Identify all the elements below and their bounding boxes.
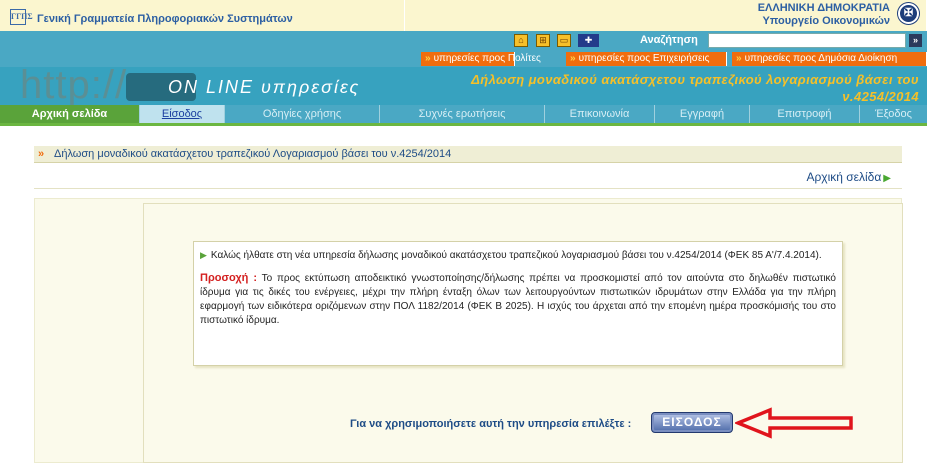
search-go-button[interactable]: » — [909, 34, 922, 47]
english-flag-icon[interactable]: ✚ — [578, 34, 599, 47]
enter-button[interactable]: ΕΙΣΟΔΟΣ — [651, 412, 733, 433]
home-icon[interactable]: ⌂ — [514, 34, 528, 47]
home-link-label: Αρχική σελίδα — [806, 170, 882, 184]
search-input[interactable] — [708, 33, 906, 48]
nav-register[interactable]: Εγγραφή — [655, 105, 750, 123]
gov-title: ΕΛΛΗΝΙΚΗ ΔΗΜΟΚΡΑΤΙΑ Υπουργείο Οικονομικώ… — [758, 2, 890, 28]
home-link[interactable]: Αρχική σελίδα ▶ — [806, 170, 891, 184]
nav-back[interactable]: Επιστροφή — [750, 105, 860, 123]
service-link-label: υπηρεσίες προς Πολίτες — [433, 53, 541, 64]
service-link-label: υπηρεσίες προς Δημόσια Διοίκηση — [744, 53, 898, 64]
warning-label: Προσοχή : — [200, 272, 258, 284]
page-heading: Δήλωση μοναδικού ακατάσχετου τραπεζικού … — [54, 148, 452, 160]
nav-contact[interactable]: Επικοινωνία — [545, 105, 655, 123]
choose-label: Για να χρησιμοποιήσετε αυτή την υπηρεσία… — [350, 418, 632, 430]
nav-instructions[interactable]: Οδηγίες χρήσης — [225, 105, 380, 123]
warning-paragraph: Προσοχή : Το προς εκτύπωση αποδεικτικό γ… — [200, 271, 836, 328]
org-title[interactable]: Γενική Γραμματεία Πληροφοριακών Συστημάτ… — [37, 13, 293, 25]
banner-title: Δήλωση μοναδικού ακατάσχετου τραπεζικού … — [471, 71, 919, 105]
double-chevron-icon: » — [38, 148, 45, 160]
welcome-text: Καλώς ήλθατε στη νέα υπηρεσία δήλωσης μο… — [210, 250, 822, 261]
nav-faq[interactable]: Συχνές ερωτήσεις — [380, 105, 545, 123]
banner-title-line2: ν.4254/2014 — [842, 89, 919, 104]
banner-online-text: ON LINE υπηρεσίες — [168, 77, 361, 97]
main-nav: Αρχική σελίδα Είσοδος Οδηγίες χρήσης Συχ… — [0, 105, 927, 123]
main-content: » Δήλωση μοναδικού ακατάσχετου τραπεζικο… — [0, 126, 927, 463]
triangle-right-icon: ▶ — [883, 173, 891, 184]
nav-login[interactable]: Είσοδος — [140, 105, 225, 123]
banner-http-text: http:// — [20, 67, 128, 105]
triangle-right-icon: ▶ — [200, 250, 207, 260]
divider — [34, 188, 902, 189]
nav-logout[interactable]: Έξοδος — [860, 105, 927, 123]
welcome-paragraph: ▶ Καλώς ήλθατε στη νέα υπηρεσία δήλωσης μ… — [200, 248, 836, 263]
service-links: » υπηρεσίες προς Πολίτες » υπηρεσίες προς … — [0, 50, 927, 67]
search-bar: ⌂ ⊞ ▭ ✚ Αναζήτηση » — [0, 31, 927, 50]
sitemap-icon[interactable]: ⊞ — [536, 34, 550, 47]
service-link-label: υπηρεσίες προς Επιχειρήσεις — [578, 53, 710, 64]
warning-text: Το προς εκτύπωση αποδεικτικό γνωστοποίησ… — [200, 273, 836, 326]
page-heading-bar: » Δήλωση μοναδικού ακατάσχετου τραπεζικο… — [34, 146, 902, 163]
notice-box: ▶ Καλώς ήλθατε στη νέα υπηρεσία δήλωσης μ… — [193, 241, 843, 366]
red-arrow-icon — [735, 407, 853, 439]
gov-title-line2: Υπουργείο Οικονομικών — [762, 15, 890, 27]
greek-emblem-icon: ✠ — [898, 3, 919, 24]
banner-title-line1: Δήλωση μοναδικού ακατάσχετου τραπεζικού … — [471, 72, 919, 87]
banner: http:// ON LINE υπηρεσίες Δήλωση μοναδικ… — [0, 67, 927, 105]
service-link-citizens[interactable]: » υπηρεσίες προς Πολίτες — [421, 52, 541, 66]
service-link-businesses[interactable]: » υπηρεσίες προς Επιχειρήσεις — [566, 52, 727, 66]
accessibility-icon[interactable]: ▭ — [557, 34, 571, 47]
gov-title-line1: ΕΛΛΗΝΙΚΗ ΔΗΜΟΚΡΑΤΙΑ — [757, 2, 890, 14]
nav-home[interactable]: Αρχική σελίδα — [0, 105, 140, 123]
search-label: Αναζήτηση — [640, 34, 698, 46]
service-link-public-admin[interactable]: » υπηρεσίες προς Δημόσια Διοίκηση — [732, 52, 927, 66]
gsis-logo-icon[interactable]: ΓΓΠΣ — [10, 9, 33, 25]
